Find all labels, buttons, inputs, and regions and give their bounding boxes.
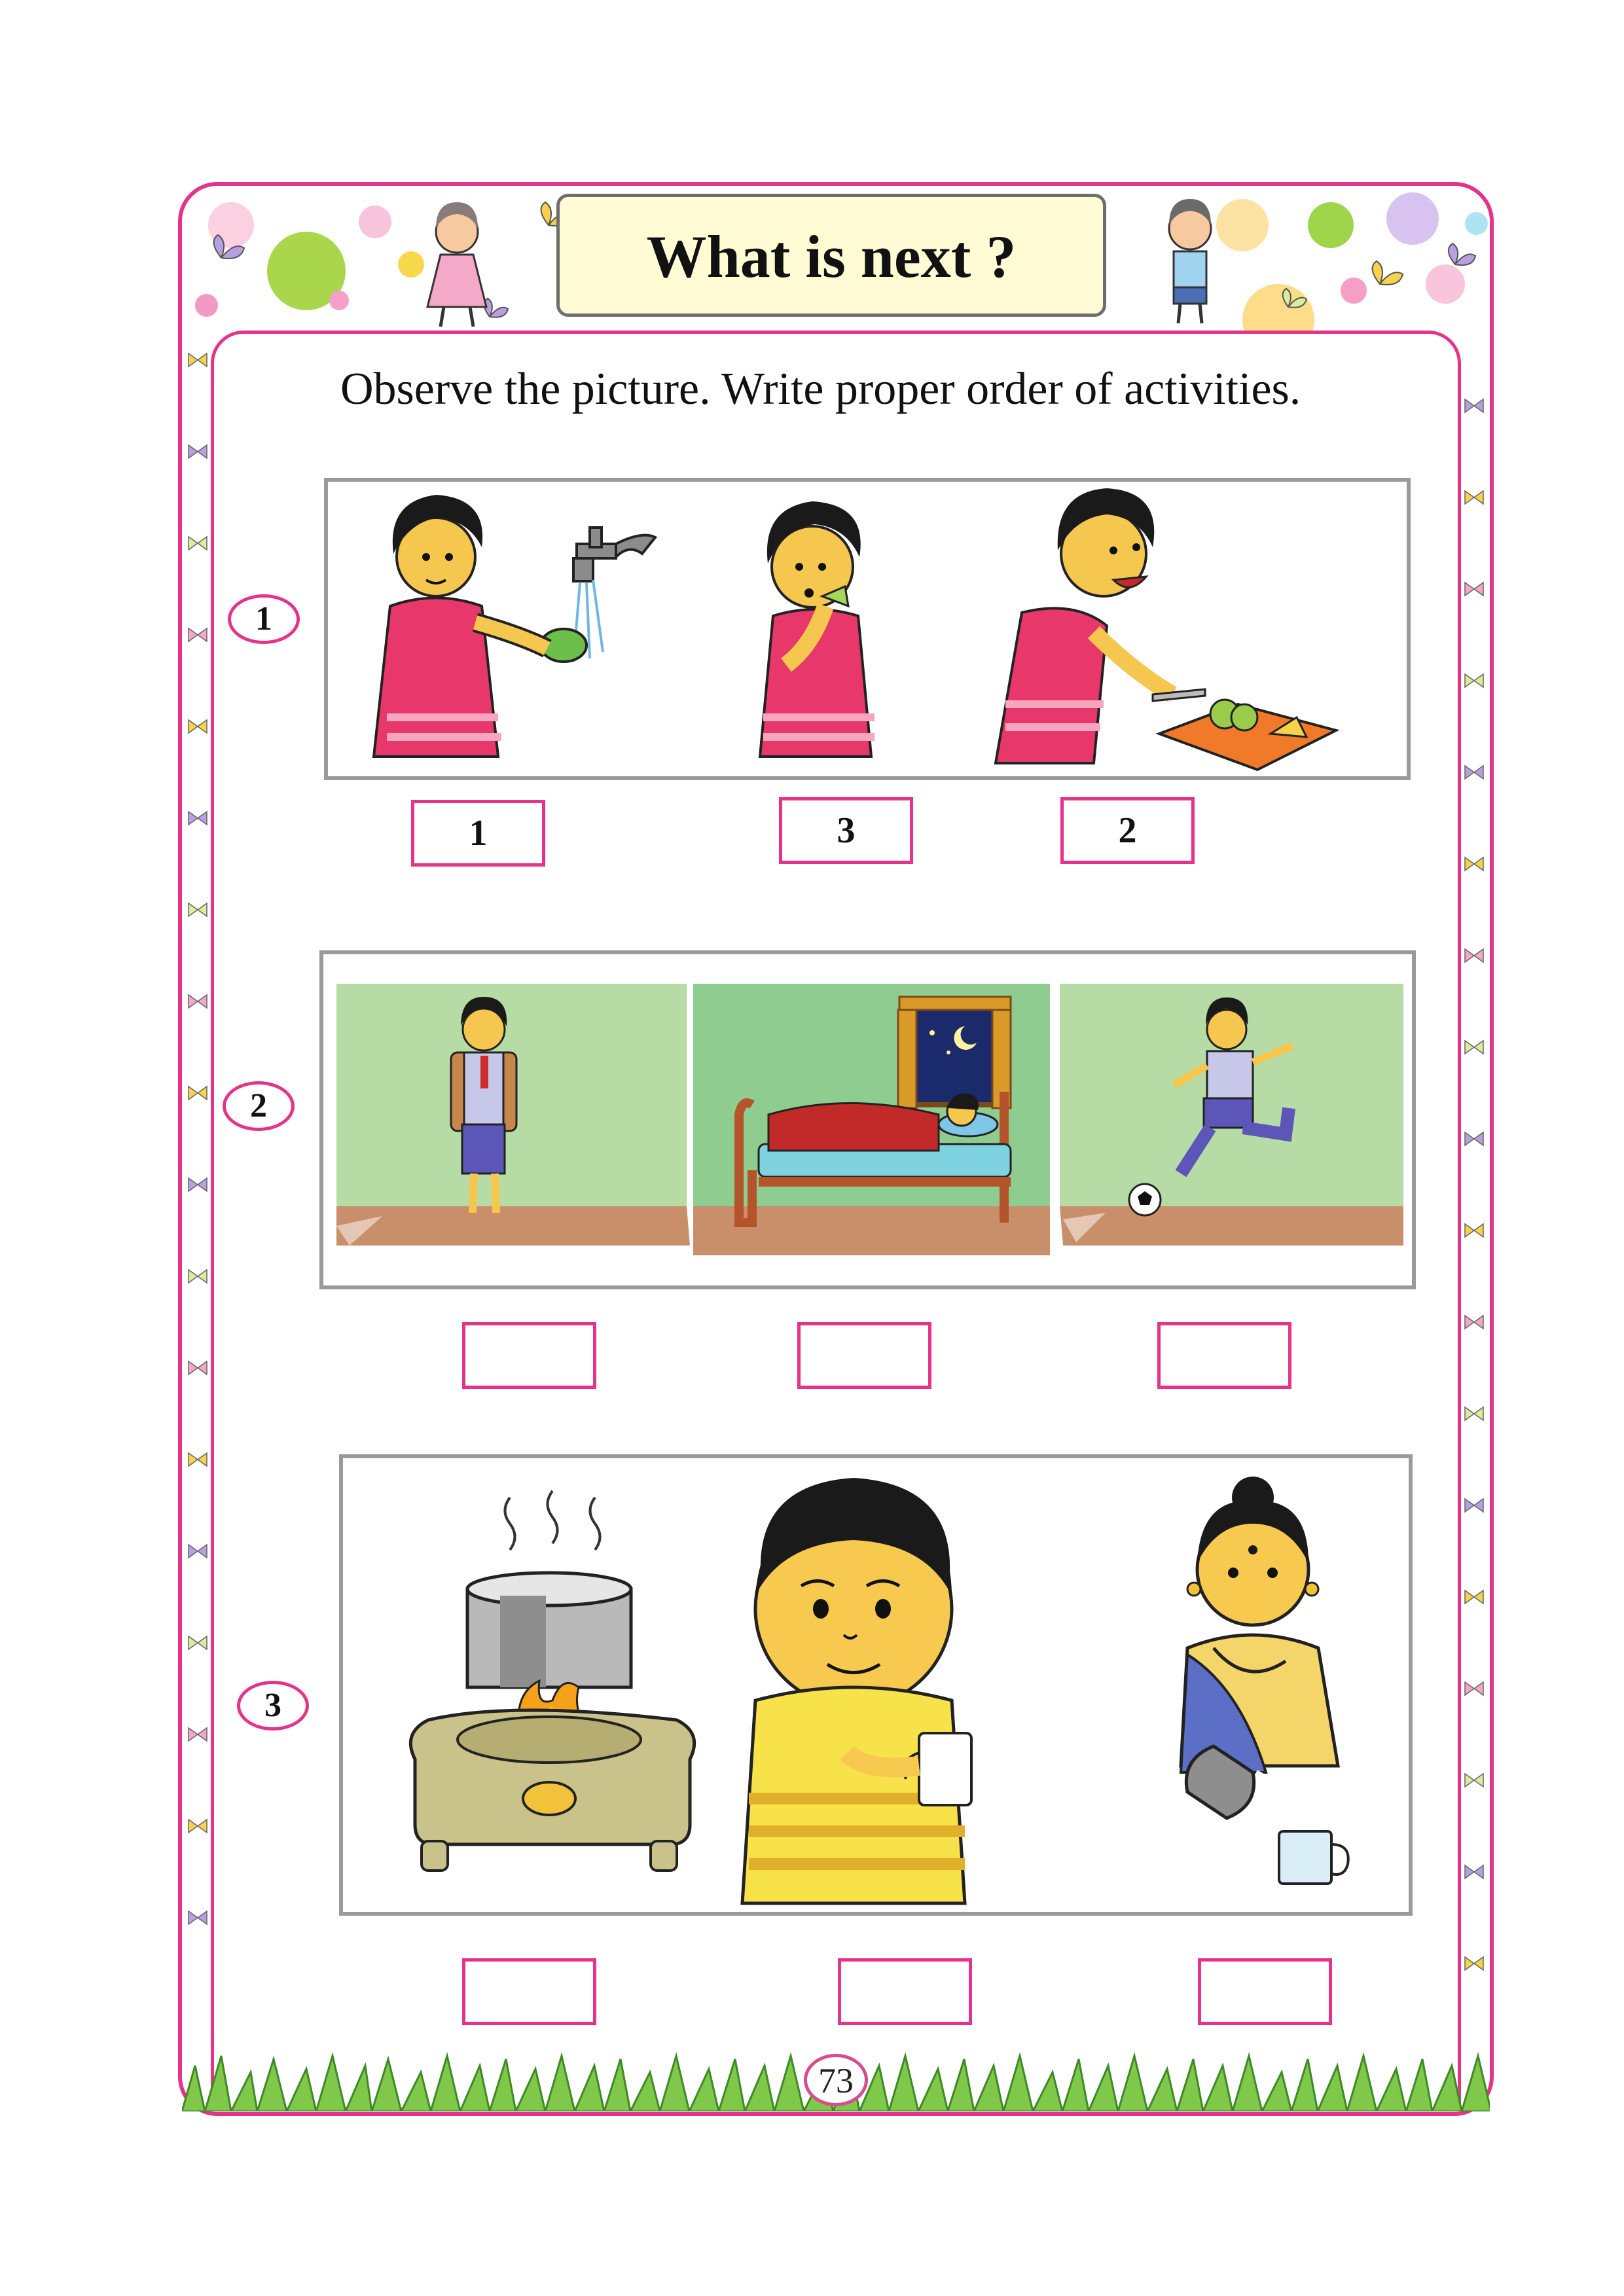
answer-box-2-3[interactable] [1157,1322,1291,1389]
activity-pictures-milk [408,1477,1350,1905]
question-3-number: 3 [237,1681,309,1731]
activity-pictures-daily-routine [336,984,1403,1255]
question-1-number: 1 [228,594,300,644]
answer-box-3-1[interactable] [462,1958,596,2025]
page-title: What is next ? [646,223,1017,290]
answer-box-2-1[interactable] [462,1322,596,1389]
answer-box-1-2[interactable]: 3 [779,797,913,864]
instruction-text: Observe the picture. Write proper order … [340,364,1301,414]
boy-cutting-fruit-illustration [994,488,1340,772]
answer-box-1-1[interactable]: 1 [411,800,545,867]
answer-box-3-2[interactable] [838,1958,972,2025]
question-3-picture-panel [339,1454,1413,1916]
boy-washing-fruit-illustration [372,495,658,758]
question-1-picture-panel [324,478,1411,780]
woman-pouring-milk-illustration [1179,1477,1350,1885]
girl-illustration-left [426,202,488,327]
title-banner: What is next ? [556,194,1106,317]
answer-box-3-3[interactable] [1198,1958,1332,2025]
stove-boiling-milk-illustration [408,1490,696,1872]
boy-sleeping-illustration [693,984,1050,1255]
boy-drinking-milk-illustration [740,1478,973,1905]
question-2-picture-panel [319,950,1416,1289]
right-butterfly-border [1464,398,1484,1971]
question-2-number: 2 [223,1081,295,1131]
boy-going-to-school-illustration [336,984,690,1246]
boy-illustration-right [1168,199,1212,324]
answer-box-2-2[interactable] [797,1322,931,1389]
answer-box-1-3[interactable]: 2 [1060,797,1195,864]
boy-eating-fruit-illustration [758,501,875,758]
page-number: 73 [804,2054,868,2106]
boy-playing-football-illustration [1060,984,1403,1246]
left-butterfly-border [188,352,208,1926]
activity-pictures-fruit [372,488,1340,772]
